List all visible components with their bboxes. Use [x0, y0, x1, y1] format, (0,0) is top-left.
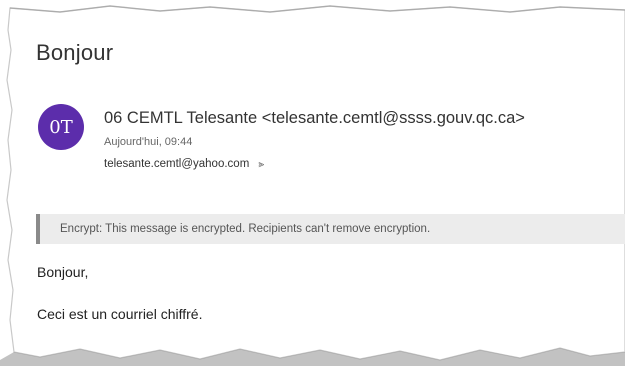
email-date: Aujourd'hui, 09:44 [104, 136, 193, 148]
email-subject: Bonjour [36, 40, 114, 65]
sender-avatar[interactable]: 0T [38, 104, 84, 150]
email-body-greeting: Bonjour, [37, 264, 89, 280]
avatar-initials: 0T [49, 116, 73, 138]
recipient-address[interactable]: telesante.cemtl@yahoo.com [104, 158, 249, 170]
email-body-text: Ceci est un courriel chiffré. [37, 306, 203, 322]
encryption-notice-text: Encrypt: This message is encrypted. Reci… [60, 223, 431, 235]
encryption-notice-bar: Encrypt: This message is encrypted. Reci… [36, 214, 625, 244]
email-reading-pane: Bonjour 0T 06 CEMTL Telesante <telesante… [0, 0, 625, 366]
chevron-double-down-icon[interactable]: ⫸ [258, 159, 264, 170]
recipient-row: telesante.cemtl@yahoo.com ⫸ [104, 158, 264, 170]
sender-name[interactable]: 06 CEMTL Telesante <telesante.cemtl@ssss… [104, 109, 525, 128]
